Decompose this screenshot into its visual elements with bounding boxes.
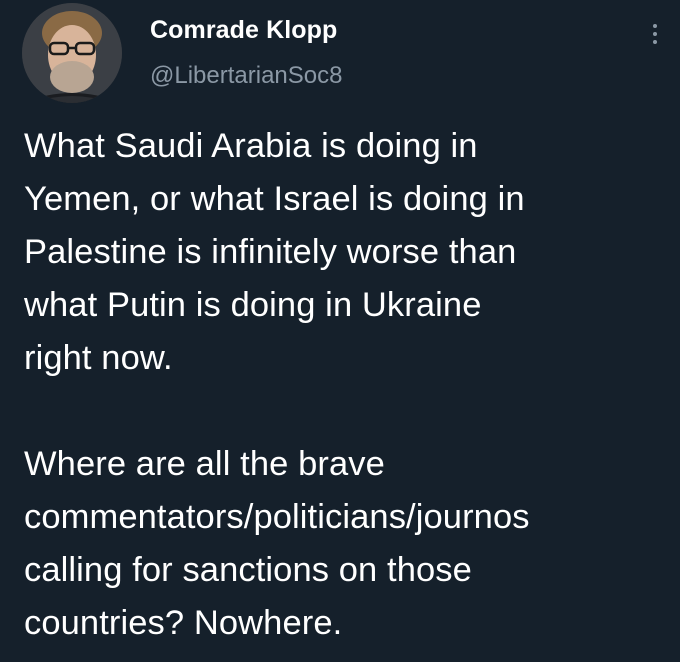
- text-line: countries? Nowhere.: [24, 604, 343, 642]
- more-options-button[interactable]: [640, 14, 670, 54]
- tweet-paragraph-2: Where are all the brave commentators/pol…: [24, 438, 674, 650]
- more-vertical-icon: [653, 24, 657, 28]
- tweet-text: What Saudi Arabia is doing in Yemen, or …: [24, 120, 674, 650]
- text-line: what Putin is doing in Ukraine: [24, 286, 482, 324]
- profile-photo-icon: [22, 3, 122, 103]
- avatar[interactable]: [22, 3, 122, 103]
- author-display-name[interactable]: Comrade Klopp: [150, 16, 337, 45]
- text-line: commentators/politicians/journos: [24, 498, 530, 536]
- more-vertical-icon: [653, 40, 657, 44]
- author-handle[interactable]: @LibertarianSoc8: [150, 62, 342, 90]
- tweet-paragraph-1: What Saudi Arabia is doing in Yemen, or …: [24, 120, 674, 385]
- text-line: Palestine is infinitely worse than: [24, 233, 517, 271]
- tweet-card: Comrade Klopp @LibertarianSoc8 What Saud…: [0, 0, 680, 662]
- text-line: What Saudi Arabia is doing in: [24, 127, 478, 165]
- text-line: calling for sanctions on those: [24, 551, 472, 589]
- more-vertical-icon: [653, 32, 657, 36]
- text-line: Where are all the brave: [24, 445, 385, 483]
- text-line: Yemen, or what Israel is doing in: [24, 180, 525, 218]
- text-line: right now.: [24, 339, 173, 377]
